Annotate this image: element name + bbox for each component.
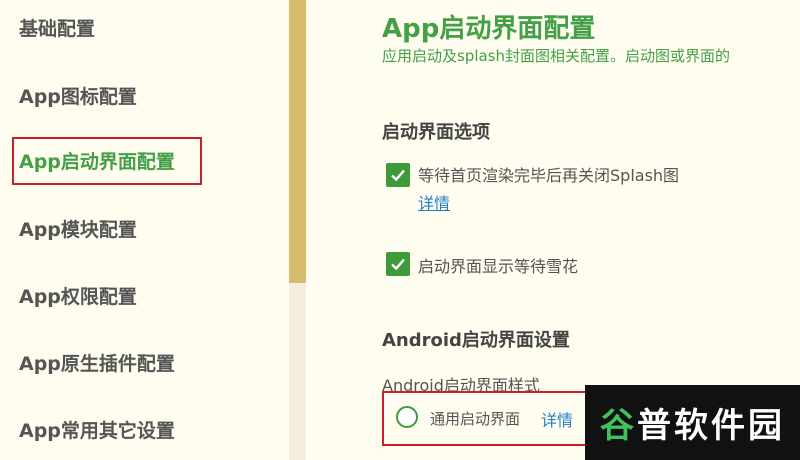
sidebar-scrollbar-track[interactable] xyxy=(289,283,306,460)
generic-splash-label: 通用启动界面 xyxy=(430,410,521,428)
wait-render-checkbox[interactable] xyxy=(386,163,410,187)
watermark-text: 谷普软件园 xyxy=(600,398,785,447)
sidebar-item-other-settings[interactable]: App常用其它设置 xyxy=(19,416,175,443)
checkmark-icon xyxy=(391,169,405,182)
show-snowflake-label: 启动界面显示等待雪花 xyxy=(418,257,579,276)
generic-splash-radio[interactable] xyxy=(396,406,418,428)
watermark-logo: 谷普软件园 xyxy=(585,385,800,460)
watermark-char-2: 普软件园 xyxy=(637,406,785,446)
checkmark-icon xyxy=(391,258,405,271)
sidebar: 基础配置 App图标配置 App启动界面配置 App模块配置 App权限配置 A… xyxy=(0,0,289,460)
page-title: App启动界面配置 xyxy=(382,14,596,44)
sidebar-item-splash[interactable]: App启动界面配置 xyxy=(19,147,175,174)
sidebar-item-permissions[interactable]: App权限配置 xyxy=(19,282,137,309)
sidebar-item-modules[interactable]: App模块配置 xyxy=(19,215,137,242)
splash-options-title: 启动界面选项 xyxy=(382,122,490,143)
sidebar-scrollbar-thumb[interactable] xyxy=(289,0,306,283)
wait-render-label: 等待首页渲染完毕后再关闭Splash图 xyxy=(418,166,680,185)
sidebar-item-app-icon[interactable]: App图标配置 xyxy=(19,82,137,109)
wait-render-details-link[interactable]: 详情 xyxy=(418,190,450,214)
android-section-title: Android启动界面设置 xyxy=(382,330,570,351)
watermark-char-1: 谷 xyxy=(600,406,637,446)
sidebar-item-native-plugins[interactable]: App原生插件配置 xyxy=(19,349,175,376)
page-description: 应用启动及splash封面图相关配置。启动图或界面的 xyxy=(382,47,731,65)
generic-splash-details-link[interactable]: 详情 xyxy=(541,407,573,431)
sidebar-item-basic[interactable]: 基础配置 xyxy=(19,14,95,41)
show-snowflake-checkbox[interactable] xyxy=(386,252,410,276)
